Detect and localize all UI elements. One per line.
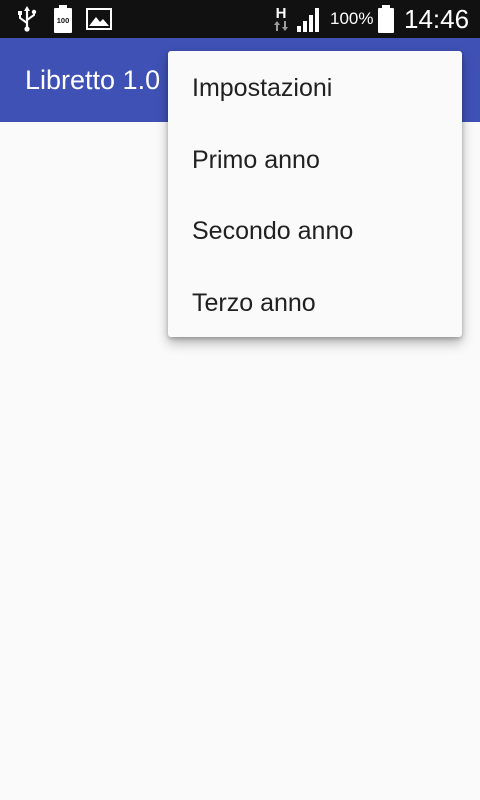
battery-icon: 100 xyxy=(54,5,72,33)
usb-icon xyxy=(18,6,37,32)
menu-item-primo-anno[interactable]: Primo anno xyxy=(168,123,462,195)
menu-item-terzo-anno[interactable]: Terzo anno xyxy=(168,266,462,337)
battery-icon xyxy=(378,5,394,33)
menu-item-label: Terzo anno xyxy=(192,289,316,317)
clock: 14:46 xyxy=(404,4,470,34)
battery-label: 100 xyxy=(57,16,70,25)
menu-item-impostazioni[interactable]: Impostazioni xyxy=(168,51,462,123)
overflow-menu: Impostazioni Primo anno Secondo anno Ter… xyxy=(168,51,462,337)
menu-item-secondo-anno[interactable]: Secondo anno xyxy=(168,194,462,266)
menu-item-label: Primo anno xyxy=(192,146,320,174)
app-title: Libretto 1.0 xyxy=(25,65,161,95)
menu-item-label: Secondo anno xyxy=(192,217,354,245)
image-icon xyxy=(86,8,112,30)
network-type: H xyxy=(276,5,287,22)
battery-percent: 100% xyxy=(330,9,374,28)
status-bar: 100 H 100% 14:46 xyxy=(0,0,480,38)
hspa-data-icon: H xyxy=(274,5,288,31)
signal-icon xyxy=(297,8,319,32)
menu-item-label: Impostazioni xyxy=(192,74,333,102)
